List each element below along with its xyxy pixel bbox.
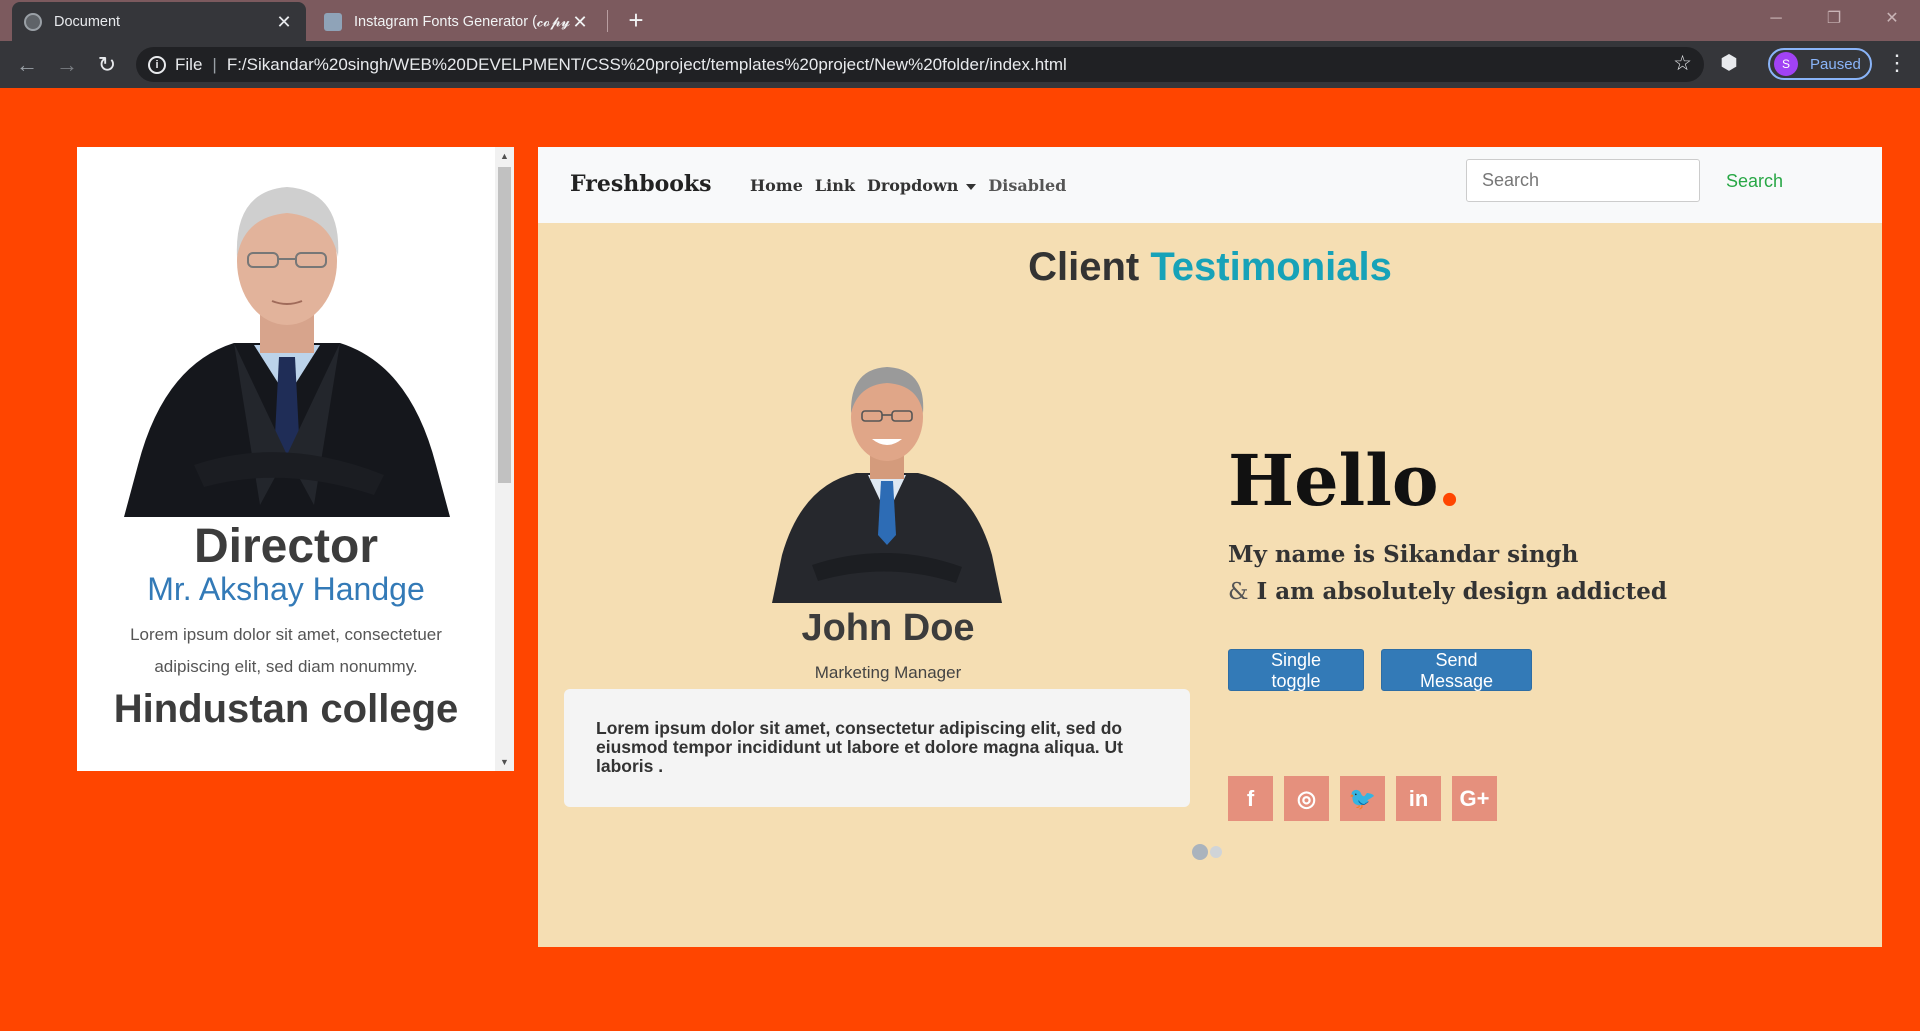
intro-ampersand: & (1228, 579, 1249, 605)
profile-status: Paused (1810, 55, 1861, 73)
navbar: Freshbooks Home Link Dropdown Disabled S… (538, 147, 1882, 223)
site-favicon-icon (324, 12, 342, 31)
scroll-down-icon[interactable]: ▼ (495, 753, 514, 771)
caret-down-icon (966, 183, 977, 190)
google-plus-icon[interactable]: G+ (1452, 776, 1497, 821)
card-role: Director (193, 520, 379, 573)
intro-line-1: My name is Sikandar singh (1228, 541, 1579, 568)
scheme-label: File (175, 54, 203, 74)
tab-title: Instagram Fonts Generator (𝓬𝓸𝓹𝔂 (354, 13, 570, 30)
linkedin-icon[interactable]: in (1396, 776, 1441, 821)
title-part1: Client (1028, 245, 1140, 289)
nav-link-disabled: Disabled (988, 176, 1067, 195)
profile-button[interactable]: S Paused (1768, 48, 1872, 80)
address-separator: | (212, 54, 217, 74)
minimize-button[interactable]: ─ (1756, 6, 1796, 32)
forward-button[interactable]: → (52, 50, 82, 80)
title-part2: Testimonials (1150, 245, 1392, 289)
extension-icon[interactable]: ⬢ (1718, 52, 1740, 74)
tab-document[interactable]: Document ✕ (12, 2, 306, 41)
single-toggle-button[interactable]: Single toggle (1228, 649, 1364, 691)
john-doe-photo (772, 367, 1002, 603)
instagram-icon[interactable]: ◎ (1284, 776, 1329, 821)
close-window-button[interactable]: ✕ (1872, 6, 1912, 32)
scrollbar-thumb[interactable] (498, 167, 511, 483)
address-bar[interactable]: i File | F:/Sikandar%20singh/WEB%20DEVEL… (136, 47, 1704, 82)
avatar: S (1774, 52, 1798, 76)
quote-text: Lorem ipsum dolor sit amet, consectetur … (596, 718, 1123, 776)
browser-menu-icon[interactable]: ⋮ (1886, 50, 1908, 76)
globe-icon (24, 12, 42, 31)
nav-link-link[interactable]: Link (815, 176, 855, 195)
restore-button[interactable]: ❐ (1814, 6, 1854, 32)
card-person-name: Mr. Akshay Handge (147, 571, 425, 607)
testimonial-quote: Lorem ipsum dolor sit amet, consectetur … (564, 689, 1190, 807)
greeting-text: Hello (1228, 439, 1438, 522)
testimonial-role: Marketing Manager (814, 663, 962, 682)
new-tab-button[interactable]: + (622, 6, 650, 34)
search-button[interactable]: Search (1718, 161, 1818, 201)
carousel-dot[interactable] (1210, 846, 1222, 858)
hello-heading: Hello. (1228, 439, 1462, 522)
greeting-dot: . (1437, 439, 1462, 522)
tab-separator (607, 10, 608, 32)
info-icon[interactable]: i (148, 55, 166, 74)
twitter-icon[interactable]: 🐦 (1340, 776, 1385, 821)
url-text[interactable]: F:/Sikandar%20singh/WEB%20DEVELPMENT/CSS… (227, 55, 1067, 75)
nav-link-home[interactable]: Home (750, 176, 803, 195)
card-college: Hindustan college (113, 687, 459, 731)
reload-button[interactable]: ↻ (92, 50, 122, 80)
navbar-brand[interactable]: Freshbooks (570, 171, 712, 197)
carousel-indicators (1192, 844, 1222, 860)
nav-link-dropdown[interactable]: Dropdown (866, 176, 977, 195)
bookmark-star-icon[interactable]: ☆ (1673, 51, 1692, 76)
intro-line-2: & I am absolutely design addicted (1228, 578, 1667, 605)
close-tab-icon[interactable]: ✕ (570, 13, 590, 31)
card-blurb: Lorem ipsum dolor sit amet, consectetuer… (130, 625, 442, 676)
social-links: f ◎ 🐦 in G+ (1228, 776, 1497, 821)
section-title: Client Testimonials (538, 245, 1882, 290)
scroll-up-icon[interactable]: ▲ (495, 147, 514, 165)
send-message-button[interactable]: Send Message (1381, 649, 1532, 691)
carousel-dot-active[interactable] (1192, 844, 1208, 860)
dropdown-label: Dropdown (866, 176, 959, 195)
scrollbar[interactable]: ▲ ▼ (495, 147, 514, 771)
browser-toolbar: ← → ↻ i File | F:/Sikandar%20singh/WEB%2… (0, 41, 1920, 88)
facebook-icon[interactable]: f (1228, 776, 1273, 821)
back-button[interactable]: ← (12, 50, 42, 80)
director-photo (124, 187, 450, 517)
tab-title: Document (54, 13, 121, 30)
director-card: Director Mr. Akshay Handge Lorem ipsum d… (77, 147, 514, 771)
browser-tab-strip: Document ✕ Instagram Fonts Generator (𝓬𝓸… (0, 0, 1920, 41)
testimonial-panel: Freshbooks Home Link Dropdown Disabled S… (538, 147, 1882, 947)
close-tab-icon[interactable]: ✕ (274, 13, 294, 31)
search-input[interactable] (1466, 159, 1700, 202)
tab-instagram-fonts[interactable]: Instagram Fonts Generator (𝓬𝓸𝓹𝔂 ✕ (312, 2, 602, 41)
intro-line-2-text: I am absolutely design addicted (1256, 578, 1667, 605)
nav-links: Home Link Dropdown Disabled (750, 176, 1066, 195)
testimonial-name: John Doe (801, 607, 975, 649)
